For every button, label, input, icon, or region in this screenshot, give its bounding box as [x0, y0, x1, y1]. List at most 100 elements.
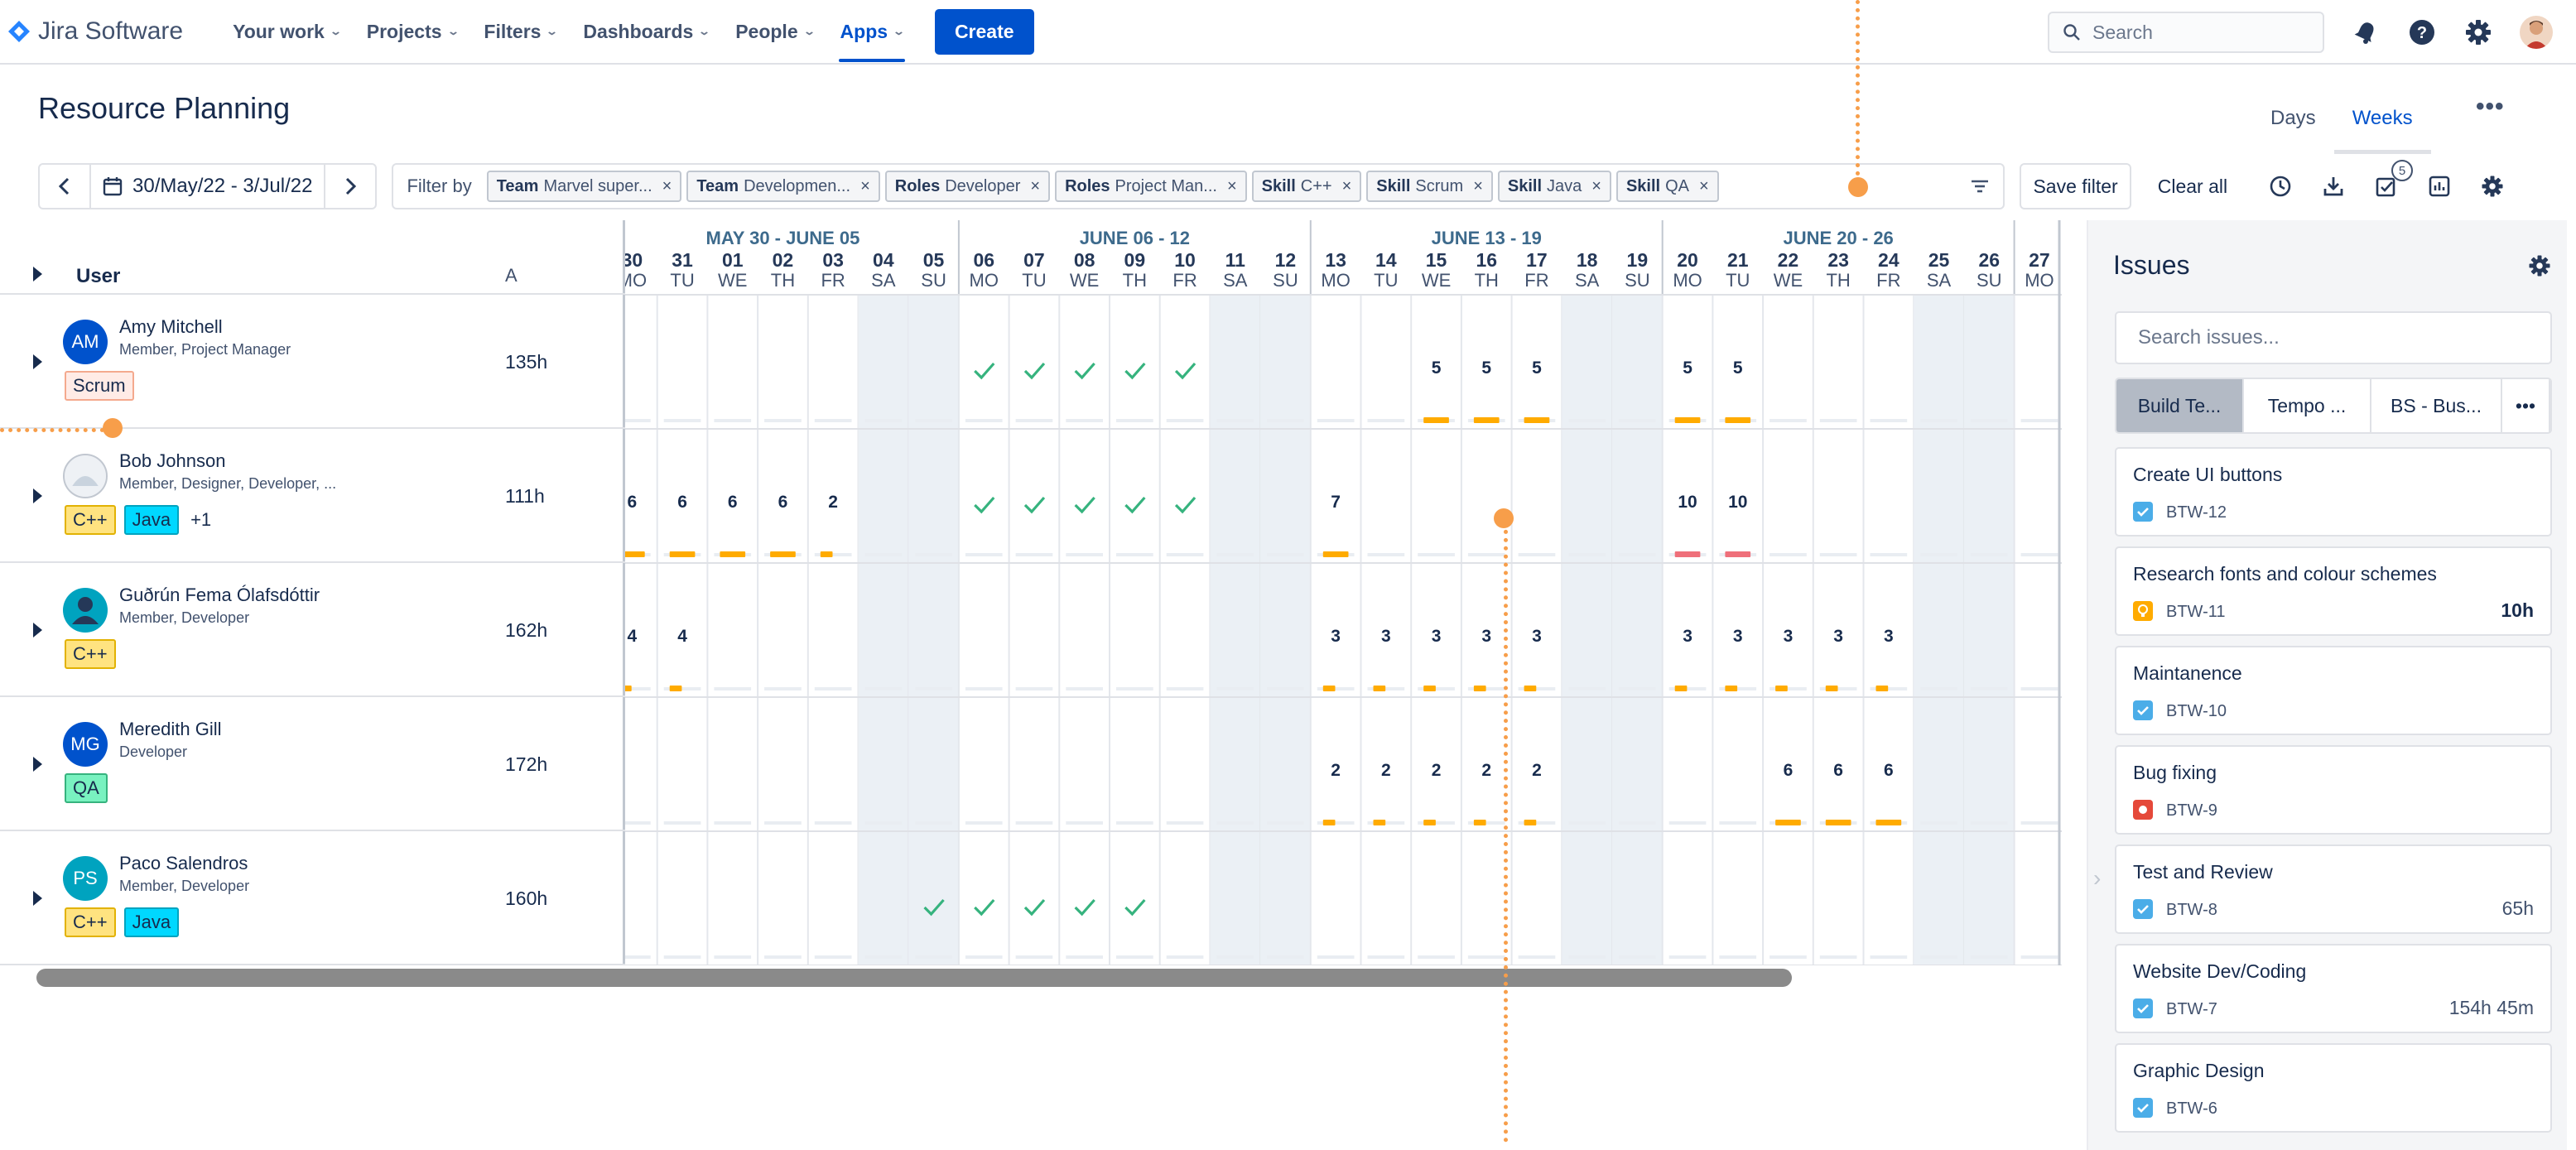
day-complete-check-icon[interactable] — [1074, 496, 1095, 514]
day-hours[interactable]: 3 — [1784, 627, 1794, 646]
day-hours[interactable]: 4 — [677, 627, 687, 646]
day-hours[interactable]: 6 — [628, 493, 638, 512]
filter-chip[interactable]: Skill C++ × — [1251, 171, 1362, 202]
day-hours[interactable]: 2 — [1432, 761, 1442, 780]
approvals-button[interactable]: 5 — [2371, 160, 2414, 201]
day-complete-check-icon[interactable] — [1074, 898, 1095, 917]
tab-weeks[interactable]: Weeks — [2333, 83, 2431, 154]
history-button[interactable] — [2265, 171, 2295, 201]
filter-icon[interactable] — [1968, 175, 1991, 198]
nav-item-your-work[interactable]: Your work ⌄ — [219, 0, 354, 64]
settings-button[interactable] — [2463, 17, 2493, 47]
previous-period-button[interactable] — [40, 164, 89, 209]
nav-item-projects[interactable]: Projects ⌄ — [354, 0, 471, 64]
issue-card[interactable]: Bug fixing BTW-9 — [2115, 745, 2552, 835]
issues-tab[interactable]: ••• — [2502, 379, 2550, 432]
day-hours[interactable]: 10 — [1678, 493, 1697, 512]
save-filter-button[interactable]: Save filter — [2020, 163, 2131, 209]
date-range-picker[interactable]: 30/May/22 - 3/Jul/22 — [89, 164, 326, 209]
help-button[interactable]: ? — [2407, 17, 2437, 47]
filter-chip[interactable]: Skill Java × — [1497, 171, 1611, 202]
day-hours[interactable]: 3 — [1532, 627, 1542, 646]
day-hours[interactable]: 2 — [1331, 761, 1341, 780]
expand-all-toggle[interactable] — [33, 267, 42, 281]
remove-filter-icon[interactable]: × — [662, 177, 672, 196]
day-hours[interactable]: 5 — [1532, 358, 1542, 378]
filter-chip[interactable]: Skill Scrum × — [1366, 171, 1493, 202]
day-hours[interactable]: 6 — [677, 493, 687, 512]
remove-filter-icon[interactable]: × — [1342, 177, 1352, 196]
issues-search-input[interactable]: Search issues... — [2115, 311, 2552, 364]
day-complete-check-icon[interactable] — [1023, 898, 1046, 917]
day-hours[interactable]: 2 — [828, 493, 838, 512]
remove-filter-icon[interactable]: × — [1030, 177, 1040, 196]
nav-item-apps[interactable]: Apps ⌄ — [827, 0, 917, 64]
view-settings-button[interactable] — [2477, 171, 2507, 201]
remove-filter-icon[interactable]: × — [1227, 177, 1237, 196]
day-hours[interactable]: 2 — [1481, 761, 1491, 780]
day-hours[interactable]: 10 — [1728, 493, 1747, 512]
issues-tab[interactable]: Build Te... — [2116, 379, 2244, 432]
issue-card[interactable]: Test and Review BTW-8 65h — [2115, 844, 2552, 934]
filter-chip[interactable]: Team Marvel super... × — [486, 171, 682, 202]
day-hours[interactable]: 5 — [1432, 358, 1442, 378]
day-complete-check-icon[interactable] — [1124, 362, 1146, 380]
day-hours[interactable]: 7 — [1331, 493, 1341, 512]
issue-card[interactable]: Graphic Design BTW-6 — [2115, 1043, 2552, 1133]
filter-chip[interactable]: Roles Project Man... × — [1055, 171, 1247, 202]
nav-item-people[interactable]: People ⌄ — [722, 0, 826, 64]
export-button[interactable] — [2318, 171, 2348, 201]
day-complete-check-icon[interactable] — [974, 898, 995, 917]
day-hours[interactable]: 5 — [1683, 358, 1692, 378]
day-complete-check-icon[interactable] — [1124, 496, 1146, 514]
day-hours[interactable]: 6 — [778, 493, 788, 512]
day-hours[interactable]: 4 — [628, 627, 638, 646]
day-complete-check-icon[interactable] — [974, 362, 995, 380]
expand-row-toggle[interactable] — [33, 757, 42, 772]
day-complete-check-icon[interactable] — [1174, 496, 1197, 514]
day-hours[interactable]: 5 — [1481, 358, 1491, 378]
day-complete-check-icon[interactable] — [1023, 362, 1046, 380]
nav-item-filters[interactable]: Filters ⌄ — [470, 0, 570, 64]
day-hours[interactable]: 3 — [1833, 627, 1843, 646]
day-complete-check-icon[interactable] — [1124, 898, 1146, 917]
next-period-button[interactable] — [325, 164, 375, 209]
gear-icon[interactable] — [2527, 253, 2552, 278]
user-name[interactable]: Meredith Gill — [119, 719, 221, 740]
day-hours[interactable]: 6 — [1784, 761, 1794, 780]
issues-tab[interactable]: Tempo ... — [2244, 379, 2371, 432]
expand-row-toggle[interactable] — [33, 623, 42, 638]
day-hours[interactable]: 6 — [728, 493, 738, 512]
user-name[interactable]: Guðrún Fema Ólafsdóttir — [119, 585, 320, 606]
collapse-panel-chevron-icon[interactable]: › — [2093, 865, 2101, 892]
day-complete-check-icon[interactable] — [1023, 496, 1046, 514]
issue-card[interactable]: Create UI buttons BTW-12 — [2115, 447, 2552, 537]
day-hours[interactable]: 3 — [1331, 627, 1341, 646]
day-complete-check-icon[interactable] — [1174, 362, 1197, 380]
expand-row-toggle[interactable] — [33, 354, 42, 369]
user-name[interactable]: Paco Salendros — [119, 853, 248, 874]
day-complete-check-icon[interactable] — [974, 496, 995, 514]
issue-card[interactable]: Website Dev/Coding BTW-7 154h 45m — [2115, 944, 2552, 1033]
nav-item-dashboards[interactable]: Dashboards ⌄ — [570, 0, 722, 64]
day-hours[interactable]: 2 — [1532, 761, 1542, 780]
day-hours[interactable]: 3 — [1481, 627, 1491, 646]
user-name[interactable]: Amy Mitchell — [119, 316, 223, 338]
remove-filter-icon[interactable]: × — [860, 177, 870, 196]
user-name[interactable]: Bob Johnson — [119, 450, 225, 472]
remove-filter-icon[interactable]: × — [1699, 177, 1709, 196]
notifications-button[interactable] — [2351, 17, 2381, 47]
day-hours[interactable]: 3 — [1683, 627, 1692, 646]
global-search-input[interactable]: Search — [2048, 12, 2324, 53]
create-button[interactable]: Create — [934, 8, 1034, 55]
more-options-button[interactable]: ••• — [2476, 93, 2505, 121]
day-hours[interactable]: 3 — [1381, 627, 1391, 646]
issue-card[interactable]: Research fonts and colour schemes BTW-11 1… — [2115, 546, 2552, 636]
day-hours[interactable]: 3 — [1432, 627, 1442, 646]
remove-filter-icon[interactable]: × — [1591, 177, 1601, 196]
expand-row-toggle[interactable] — [33, 891, 42, 906]
day-hours[interactable]: 5 — [1733, 358, 1743, 378]
more-tags-count[interactable]: +1 — [190, 509, 211, 531]
reports-button[interactable] — [2424, 171, 2454, 201]
issue-card[interactable]: Maintanence BTW-10 — [2115, 646, 2552, 735]
